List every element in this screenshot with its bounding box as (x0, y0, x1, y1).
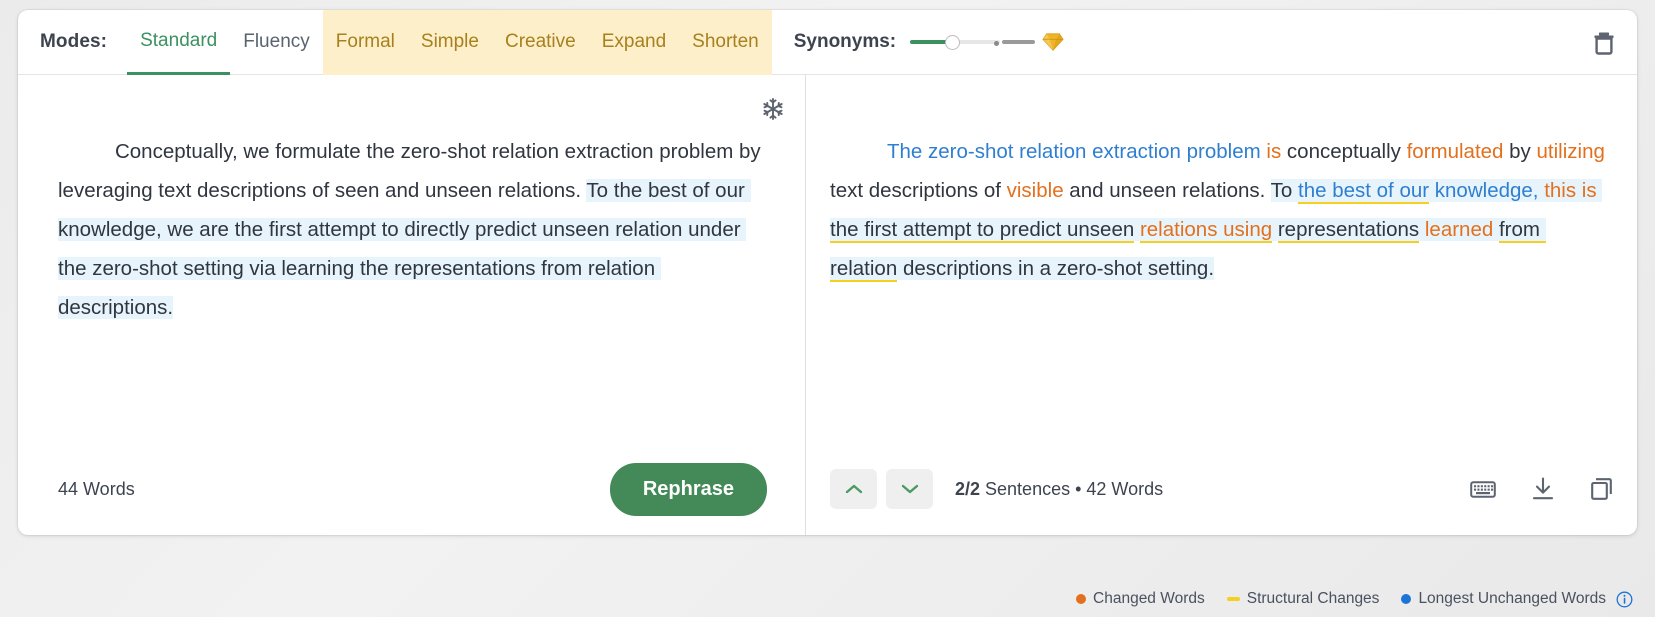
mode-tab-label: Simple (420, 31, 479, 52)
output-segment: knowledge, (1434, 179, 1539, 202)
source-footer: 44 Words Rephrase (18, 443, 805, 535)
legend-item-structural-changes: Structural Changes (1226, 590, 1380, 608)
output-segment: conceptually (1281, 140, 1407, 163)
sentence-nav: 2/2 Sentences • 42 Words (830, 469, 1163, 509)
output-segment (1596, 179, 1603, 202)
trash-icon (1594, 32, 1614, 55)
keyboard-shortcuts-button[interactable] (1470, 480, 1496, 499)
next-sentence-button[interactable] (886, 469, 933, 509)
source-pane: Conceptually, we formulate the zero-shot… (18, 75, 806, 535)
output-segment (1429, 179, 1435, 202)
changed-words-dot-icon (1076, 594, 1087, 604)
output-segment: formulated (1406, 140, 1504, 163)
delete-button[interactable] (1593, 31, 1615, 55)
info-icon (1616, 591, 1633, 607)
output-text[interactable]: The zero-shot relation extraction proble… (806, 93, 1637, 327)
legend-label: Changed Words (1093, 590, 1205, 607)
mode-tab-creative[interactable]: Creative (491, 10, 589, 75)
legend-info-button[interactable] (1616, 591, 1633, 608)
mode-tab-simple[interactable]: Simple (407, 10, 492, 75)
output-segment: by (1503, 140, 1537, 163)
output-segment: relations using (1139, 218, 1273, 243)
chevron-up-icon (845, 484, 862, 494)
mode-tab-label: Expand (601, 31, 667, 52)
output-segment: the best of our (1298, 179, 1430, 204)
slider-tick-dot (994, 40, 1000, 46)
modes-list: Standard Fluency Formal Simple Creative … (127, 10, 772, 75)
mode-tab-standard[interactable]: Standard (127, 10, 231, 75)
output-segment: representations (1277, 218, 1420, 243)
output-segment: To (1270, 179, 1299, 202)
gem-icon[interactable] (1042, 32, 1064, 52)
paraphraser-app: Modes: Standard Fluency Formal Simple Cr… (0, 0, 1655, 617)
sentence-counter: 2/2 Sentences • 42 Words (955, 479, 1163, 500)
structural-changes-dash-icon (1226, 597, 1240, 601)
output-segment: descriptions in a zero-shot setting. (897, 257, 1215, 280)
output-segment: utilizing (1536, 140, 1605, 163)
mode-tab-label: Fluency (243, 31, 310, 52)
mode-tab-shorten[interactable]: Shorten (679, 10, 772, 75)
output-segment: is (1266, 140, 1282, 163)
source-text[interactable]: Conceptually, we formulate the zero-shot… (18, 93, 805, 366)
toolbar-header: Modes: Standard Fluency Formal Simple Cr… (18, 10, 1637, 75)
download-button[interactable] (1532, 477, 1554, 501)
keyboard-icon (1470, 480, 1496, 498)
legend-item-longest-unchanged-words: Longest Unchanged Words (1401, 590, 1606, 608)
slider-knob[interactable] (945, 34, 961, 50)
mode-tab-fluency[interactable]: Fluency (230, 10, 323, 75)
output-pane: The zero-shot relation extraction proble… (806, 75, 1637, 535)
copy-button[interactable] (1590, 477, 1613, 501)
legend-item-changed-words: Changed Words (1076, 590, 1205, 608)
mode-tab-label: Formal (335, 31, 395, 52)
output-footer: 2/2 Sentences • 42 Words (806, 443, 1637, 535)
legend: Changed Words Structural Changes Longest… (1054, 590, 1633, 608)
paraphraser-card: Modes: Standard Fluency Formal Simple Cr… (18, 10, 1637, 535)
output-segment: and unseen relations. (1063, 179, 1271, 202)
slider-track-locked (1002, 40, 1036, 44)
output-tools (1470, 477, 1613, 501)
legend-label: Structural Changes (1246, 590, 1380, 607)
longest-unchanged-dot-icon (1401, 594, 1412, 604)
rephrase-button[interactable]: Rephrase (609, 462, 767, 516)
sentence-counter-rest: Sentences • 42 Words (980, 478, 1164, 499)
previous-sentence-button[interactable] (830, 469, 877, 509)
copy-icon (1591, 478, 1612, 500)
mode-tab-label: Standard (140, 29, 218, 51)
mode-tab-label: Creative (504, 31, 576, 52)
source-word-count: 44 Words (58, 478, 135, 499)
sentence-counter-value: 2/2 (955, 478, 981, 499)
synonyms-label: Synonyms: (793, 31, 897, 52)
chevron-down-icon (901, 484, 918, 494)
mode-tab-formal[interactable]: Formal (322, 10, 408, 75)
modes-label: Modes: (40, 31, 108, 52)
synonyms-control: Synonyms: (794, 31, 1064, 53)
download-icon (1532, 477, 1554, 500)
output-segment: this is (1544, 179, 1597, 202)
mode-tab-label: Shorten (692, 31, 759, 52)
synonyms-slider[interactable] (910, 31, 1036, 53)
output-segment: visible (1006, 179, 1064, 202)
output-segment (1272, 218, 1278, 241)
output-segment: learned (1424, 218, 1494, 241)
mode-tab-expand[interactable]: Expand (588, 10, 680, 75)
editor-panes: Conceptually, we formulate the zero-shot… (18, 75, 1637, 535)
output-segment: the first attempt to predict unseen (830, 218, 1135, 243)
legend-label: Longest Unchanged Words (1418, 590, 1606, 607)
output-segment: The zero-shot relation extraction proble… (886, 140, 1261, 163)
